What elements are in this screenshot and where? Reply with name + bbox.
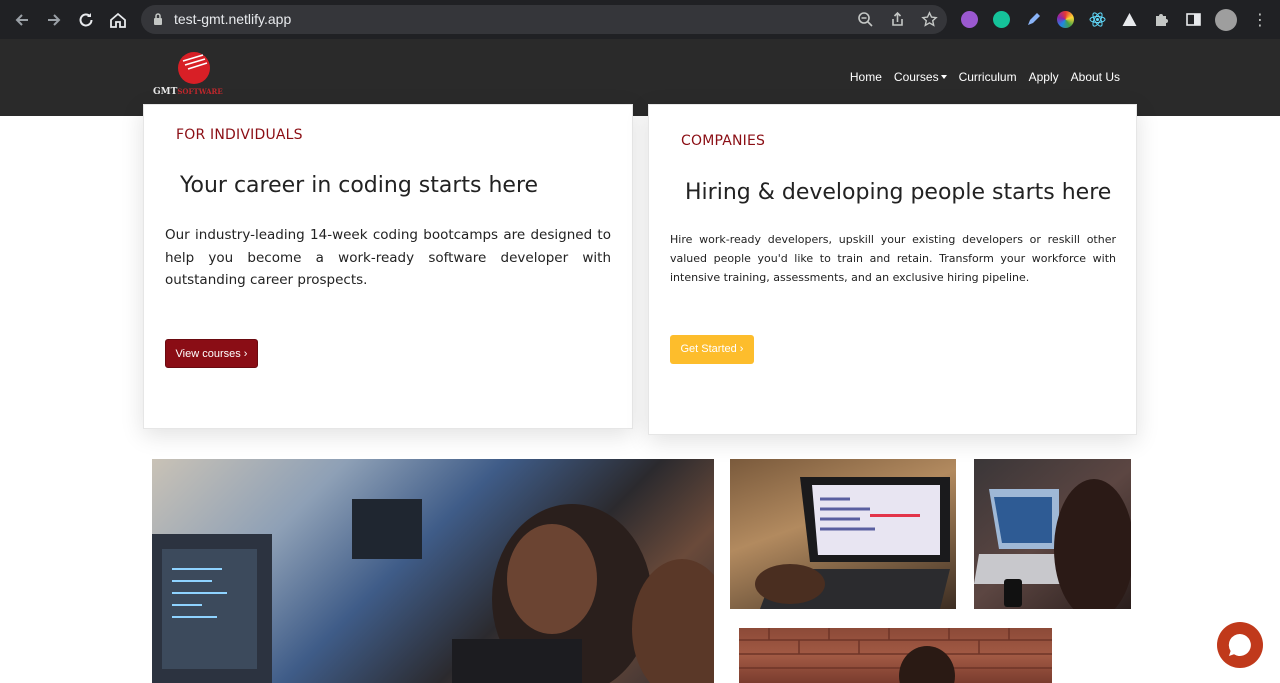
browser-toolbar: test-gmt.netlify.app ⋮: [0, 0, 1280, 39]
companies-eyebrow: COMPANIES: [681, 133, 766, 149]
chat-widget-button[interactable]: [1217, 622, 1263, 668]
chevron-down-icon: [940, 75, 947, 79]
companies-heading: Hiring & developing people starts here: [685, 180, 1112, 205]
brick-wall-person-photo: [739, 628, 1052, 683]
color-picker-icon[interactable]: [1057, 11, 1074, 28]
nav-courses-label: Courses: [893, 70, 939, 84]
nav-links: Home Courses Curriculum Apply About Us: [850, 70, 1120, 84]
zoom-icon[interactable]: [857, 11, 874, 28]
reload-icon[interactable]: [75, 9, 97, 31]
view-courses-button[interactable]: View courses ›: [165, 339, 258, 368]
share-icon[interactable]: [889, 11, 906, 28]
students-coding-photo: [152, 459, 714, 683]
logo-text: GMTSOFTWARE: [153, 87, 223, 97]
get-started-button[interactable]: Get Started ›: [670, 335, 754, 364]
address-bar[interactable]: test-gmt.netlify.app: [141, 5, 947, 34]
companies-body: Hire work-ready developers, upskill your…: [670, 233, 1116, 284]
chat-bubble-icon: [1228, 633, 1251, 656]
nav-home[interactable]: Home: [850, 70, 882, 84]
nav-apply[interactable]: Apply: [1029, 70, 1059, 84]
browser-menu-icon[interactable]: ⋮: [1252, 9, 1268, 31]
lock-icon: [154, 13, 162, 25]
gmt-logo[interactable]: GMTSOFTWARE: [153, 51, 235, 101]
pen-extension-icon[interactable]: [1025, 11, 1042, 28]
individuals-body: Our industry-leading 14-week coding boot…: [165, 227, 611, 288]
profile-avatar[interactable]: [1215, 9, 1237, 31]
individuals-heading: Your career in coding starts here: [180, 173, 539, 198]
vercel-icon[interactable]: [1121, 11, 1138, 28]
home-icon[interactable]: [107, 9, 129, 31]
laptop-phone-photo: [974, 459, 1131, 609]
nav-about-us[interactable]: About Us: [1071, 70, 1120, 84]
forward-arrow-icon[interactable]: [43, 9, 65, 31]
url-text: test-gmt.netlify.app: [174, 11, 292, 27]
extension-purple-icon[interactable]: [961, 11, 978, 28]
react-devtools-icon[interactable]: [1089, 11, 1106, 28]
back-arrow-icon[interactable]: [11, 9, 33, 31]
sidebar-toggle-icon[interactable]: [1185, 11, 1202, 28]
grammarly-icon[interactable]: [993, 11, 1010, 28]
companies-card: COMPANIES Hiring & developing people sta…: [648, 104, 1137, 435]
individuals-card: FOR INDIVIDUALS Your career in coding st…: [143, 104, 633, 429]
laptop-code-photo: [730, 459, 956, 609]
nav-curriculum[interactable]: Curriculum: [959, 70, 1017, 84]
individuals-eyebrow: FOR INDIVIDUALS: [176, 127, 303, 143]
star-icon[interactable]: [921, 11, 938, 28]
puzzle-icon[interactable]: [1153, 11, 1170, 28]
nav-courses[interactable]: Courses: [894, 70, 947, 84]
